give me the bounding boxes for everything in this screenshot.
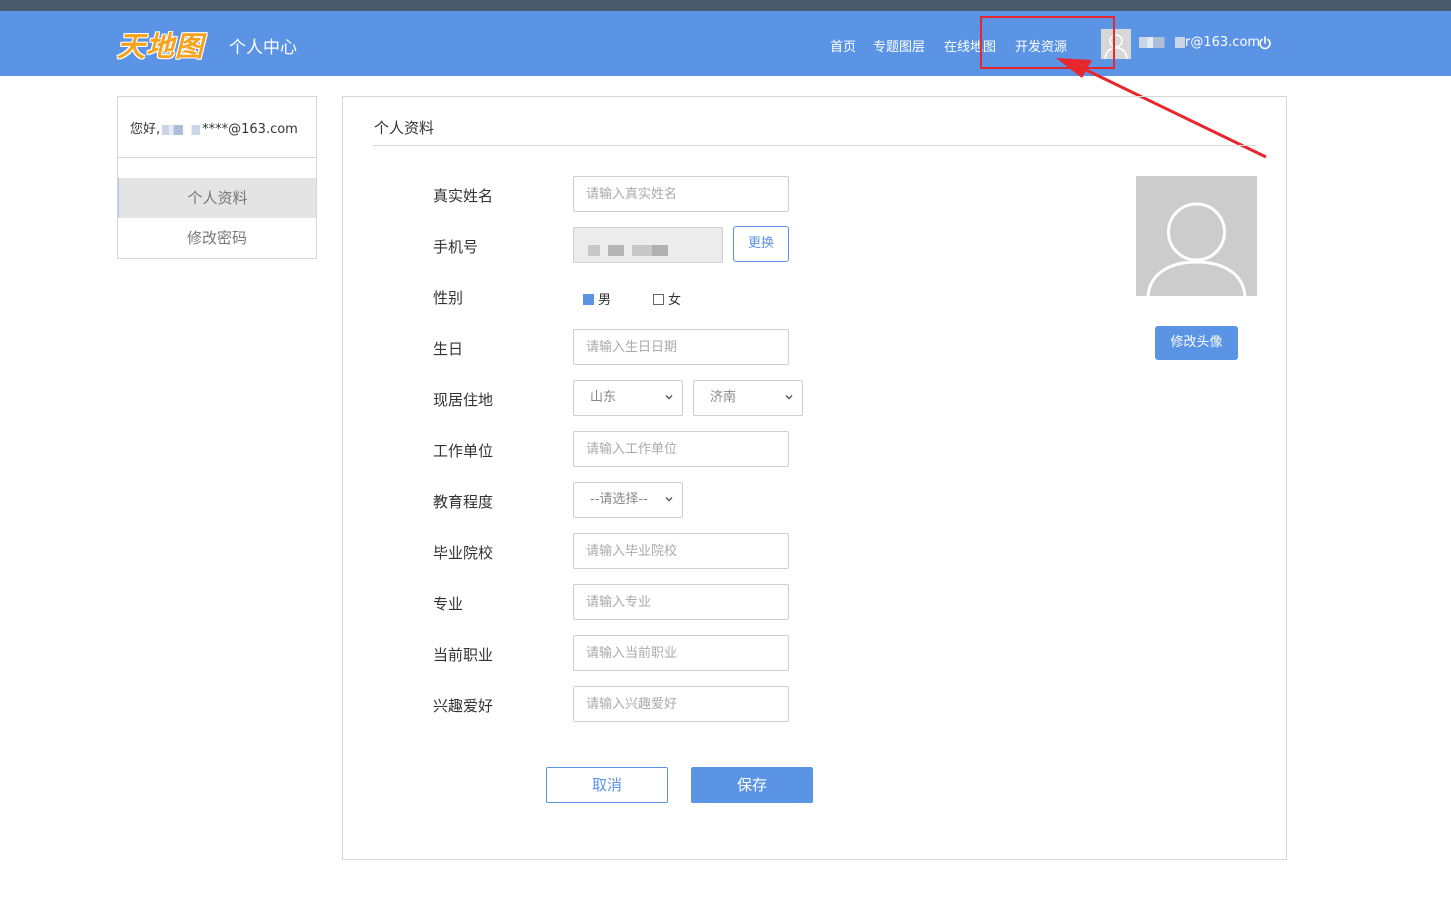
label-real-name: 真实姓名 — [433, 187, 494, 205]
change-phone-button[interactable]: 更换 — [733, 226, 789, 262]
masked-phone — [588, 245, 668, 256]
greeting-prefix: 您好, — [130, 122, 161, 137]
sidebar-item-change-password[interactable]: 修改密码 — [118, 218, 316, 258]
phone-field — [573, 227, 723, 263]
work-unit-input[interactable] — [573, 431, 789, 467]
chevron-down-icon — [665, 395, 673, 400]
chevron-down-icon — [665, 497, 673, 502]
save-button[interactable]: 保存 — [691, 767, 813, 803]
masked-name — [162, 124, 201, 135]
greeting-suffix: ****@163.com — [202, 122, 298, 137]
city-select[interactable]: 济南 — [693, 380, 803, 416]
label-major: 专业 — [433, 595, 464, 613]
masked-email-part — [1139, 37, 1185, 48]
label-work-unit: 工作单位 — [433, 442, 494, 460]
gender-male-label: 男 — [598, 293, 612, 308]
city-value: 济南 — [710, 390, 737, 405]
chevron-down-icon — [785, 395, 793, 400]
profile-panel: 个人资料 真实姓名 手机号 更换 性别 男 女 生日 现居住地 山东 济南 工作… — [342, 96, 1287, 860]
sidebar-divider — [118, 157, 316, 158]
power-icon[interactable] — [1258, 35, 1272, 50]
sidebar-item-profile[interactable]: 个人资料 — [118, 178, 316, 218]
profile-avatar — [1136, 176, 1257, 296]
label-hobbies: 兴趣爱好 — [433, 697, 494, 715]
nav-home[interactable]: 首页 — [830, 36, 856, 55]
sidebar: 您好, ****@163.com 个人资料 修改密码 — [117, 96, 317, 259]
education-select[interactable]: --请选择-- — [573, 482, 683, 518]
label-phone: 手机号 — [433, 238, 479, 256]
browser-top-strip — [0, 0, 1451, 11]
panel-title-divider — [373, 145, 1256, 146]
province-value: 山东 — [590, 390, 617, 405]
real-name-input[interactable] — [573, 176, 789, 212]
label-school: 毕业院校 — [433, 544, 494, 562]
cancel-button[interactable]: 取消 — [546, 767, 668, 803]
label-birthday: 生日 — [433, 340, 464, 358]
checked-box-icon — [583, 294, 594, 305]
education-value: --请选择-- — [590, 492, 648, 507]
label-gender: 性别 — [433, 289, 464, 307]
panel-title: 个人资料 — [374, 119, 435, 137]
label-occupation: 当前职业 — [433, 646, 494, 664]
user-email[interactable]: r@163.com — [1139, 35, 1260, 50]
school-input[interactable] — [573, 533, 789, 569]
birthday-input[interactable] — [573, 329, 789, 365]
page-heading: 个人中心 — [229, 38, 297, 58]
label-education: 教育程度 — [433, 493, 494, 511]
occupation-input[interactable] — [573, 635, 789, 671]
gender-female-radio[interactable]: 女 — [653, 289, 681, 308]
province-select[interactable]: 山东 — [573, 380, 683, 416]
user-silhouette-icon — [1146, 202, 1247, 296]
gender-female-label: 女 — [668, 293, 682, 308]
nav-thematic-layers[interactable]: 专题图层 — [873, 36, 925, 55]
major-input[interactable] — [573, 584, 789, 620]
user-email-suffix: r@163.com — [1185, 35, 1261, 50]
hobbies-input[interactable] — [573, 686, 789, 722]
unchecked-box-icon — [653, 294, 664, 305]
change-avatar-button[interactable]: 修改头像 — [1155, 326, 1238, 360]
annotation-highlight-box — [980, 16, 1115, 69]
gender-male-radio[interactable]: 男 — [583, 289, 611, 308]
greeting-text: 您好, ****@163.com — [130, 118, 298, 137]
label-residence: 现居住地 — [433, 391, 494, 409]
site-logo[interactable]: 天地图 — [117, 25, 204, 65]
top-header: 天地图 个人中心 首页 专题图层 在线地图 开发资源 r@163.com — [0, 11, 1451, 76]
